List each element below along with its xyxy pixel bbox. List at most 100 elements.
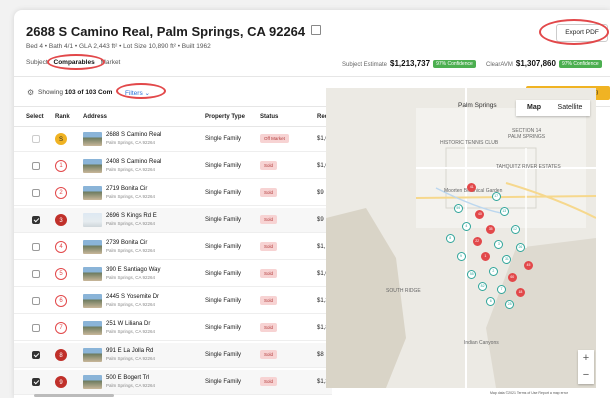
map-pin[interactable]: 41 [467, 182, 477, 192]
column-header-property-type[interactable]: Property Type [205, 114, 245, 120]
property-thumbnail[interactable] [83, 159, 102, 173]
address-link[interactable]: 2739 Bonita Cir [106, 240, 147, 246]
map-pin[interactable]: 40 [475, 209, 485, 219]
map-pin[interactable]: 4 [461, 221, 471, 231]
status-badge: Off Market [260, 134, 289, 143]
table-row[interactable]: 2 2719 Bonita Cir Palm Springs, CA 92264 Si… [14, 181, 332, 206]
table-row[interactable]: 3 2696 S Kings Rd E Palm Springs, CA 92264… [14, 208, 332, 233]
map-pin[interactable]: 35 [486, 224, 496, 234]
property-type: Single Family [205, 352, 242, 358]
property-thumbnail[interactable] [83, 321, 102, 335]
satellite-toggle-button[interactable]: Satellite [552, 100, 588, 116]
divider [14, 76, 610, 77]
row-checkbox[interactable] [32, 270, 40, 278]
property-thumbnail[interactable] [83, 375, 102, 389]
rank-badge: 5 [55, 268, 67, 280]
column-header-select: Select [26, 114, 44, 120]
map-pin[interactable]: 22 [472, 236, 482, 246]
address-link[interactable]: 2408 S Camino Real [106, 159, 161, 165]
status-badge: Sold [260, 242, 278, 251]
property-thumbnail[interactable] [83, 348, 102, 362]
row-checkbox[interactable] [32, 243, 40, 251]
rank-badge: S [55, 133, 67, 145]
map-toggle-button[interactable]: Map [516, 100, 552, 116]
map-pin[interactable]: 9 [456, 251, 466, 261]
horizontal-scrollbar[interactable] [34, 394, 114, 397]
tab-subject[interactable]: Subject [26, 59, 48, 66]
map-pin[interactable]: 31 [502, 254, 512, 264]
map-pin[interactable]: 7 [497, 284, 506, 294]
map-pin[interactable]: 6 [486, 296, 496, 306]
map-pin[interactable]: 1 [480, 251, 490, 261]
map-pin[interactable]: 2 [488, 266, 498, 276]
address-link[interactable]: 2696 S Kings Rd E [106, 213, 157, 219]
column-header-rank[interactable]: Rank [55, 114, 70, 120]
map-pin[interactable]: 17 [491, 191, 501, 201]
column-header-status[interactable]: Status [260, 114, 278, 120]
zoom-out-button[interactable]: − [578, 367, 594, 384]
address-city: Palm Springs, CA 92264 [106, 302, 156, 307]
map-pin[interactable]: 28 [505, 299, 515, 309]
address-link[interactable]: 2719 Bonita Cir [106, 186, 147, 192]
table-row[interactable]: S 2688 S Camino Real Palm Springs, CA 9226… [14, 127, 332, 152]
status-badge: Sold [260, 350, 278, 359]
map-label: HISTORIC TENNIS CLUB [440, 140, 499, 146]
map-pin[interactable]: 3 [494, 239, 504, 249]
status-badge: Sold [260, 188, 278, 197]
map-view[interactable]: Palm Springs SECTION 14 PALM SPRINGS HISTOR… [326, 88, 596, 388]
table-row[interactable]: 4 2739 Bonita Cir Palm Springs, CA 92264 Si… [14, 235, 332, 260]
property-thumbnail[interactable] [83, 213, 102, 227]
property-thumbnail[interactable] [83, 186, 102, 200]
address-link[interactable]: 500 E Bogert Trl [106, 375, 149, 381]
map-type-toggle: Map Satellite [516, 100, 590, 116]
property-thumbnail[interactable] [83, 132, 102, 146]
copy-icon[interactable] [311, 25, 322, 35]
map-pin[interactable]: 59 [453, 203, 463, 213]
table-row[interactable]: 5 390 E Santiago Way Palm Springs, CA 9226… [14, 262, 332, 287]
row-checkbox[interactable] [32, 378, 40, 386]
map-pin[interactable]: 45 [524, 260, 533, 270]
map-pin[interactable]: 82 [478, 281, 488, 291]
property-thumbnail[interactable] [83, 240, 102, 254]
map-pin[interactable]: 13 [499, 206, 509, 216]
map-attribution: Map data ©2021 Terms of Use Report a map… [490, 391, 568, 395]
table-row[interactable]: 9 500 E Bogert Trl Palm Springs, CA 92264 S… [14, 370, 332, 395]
table-row[interactable]: 6 2445 S Yosemite Dr Palm Springs, CA 9226… [14, 289, 332, 314]
row-checkbox[interactable] [32, 162, 40, 170]
address-link[interactable]: 2688 S Camino Real [106, 132, 161, 138]
map-pin[interactable]: 26 [515, 242, 525, 252]
column-header-address[interactable]: Address [83, 114, 107, 120]
property-thumbnail[interactable] [83, 267, 102, 281]
table-row[interactable]: 1 2408 S Camino Real Palm Springs, CA 9226… [14, 154, 332, 179]
address-link[interactable]: 251 W Liliana Dr [106, 321, 150, 327]
export-pdf-button[interactable]: Export PDF [556, 24, 608, 42]
map-pin[interactable]: 18 [515, 287, 525, 297]
table-row[interactable]: 8 991 E La Jolla Rd Palm Springs, CA 92264… [14, 343, 332, 368]
map-pin[interactable]: 55 [467, 269, 477, 279]
map-pin[interactable]: 60 [507, 272, 517, 282]
tab-market[interactable]: Market [101, 59, 121, 66]
subject-estimate-label: Subject Estimate [342, 62, 388, 68]
address-link[interactable]: 2445 S Yosemite Dr [106, 294, 159, 300]
gear-icon[interactable]: ⚙ [27, 88, 34, 97]
rank-badge: 1 [55, 160, 67, 172]
table-row[interactable]: 7 251 W Liliana Dr Palm Springs, CA 92264 S… [14, 316, 332, 341]
row-checkbox[interactable] [32, 216, 40, 224]
property-type: Single Family [205, 298, 242, 304]
zoom-in-button[interactable]: + [578, 350, 594, 367]
row-checkbox[interactable] [32, 324, 40, 332]
address-city: Palm Springs, CA 92264 [106, 194, 156, 199]
property-thumbnail[interactable] [83, 294, 102, 308]
property-type: Single Family [205, 136, 242, 142]
map-pin[interactable]: 8 [445, 233, 455, 243]
address-link[interactable]: 390 E Santiago Way [106, 267, 160, 273]
row-checkbox[interactable] [32, 297, 40, 305]
map-pin[interactable]: 12 [510, 224, 520, 234]
property-type: Single Family [205, 217, 242, 223]
tab-comparables[interactable]: Comparables [54, 59, 95, 66]
status-badge: Sold [260, 269, 278, 278]
row-checkbox[interactable] [32, 189, 40, 197]
filters-button[interactable]: Filters ⌄ [125, 89, 150, 97]
row-checkbox[interactable] [32, 351, 40, 359]
address-link[interactable]: 991 E La Jolla Rd [106, 348, 153, 354]
